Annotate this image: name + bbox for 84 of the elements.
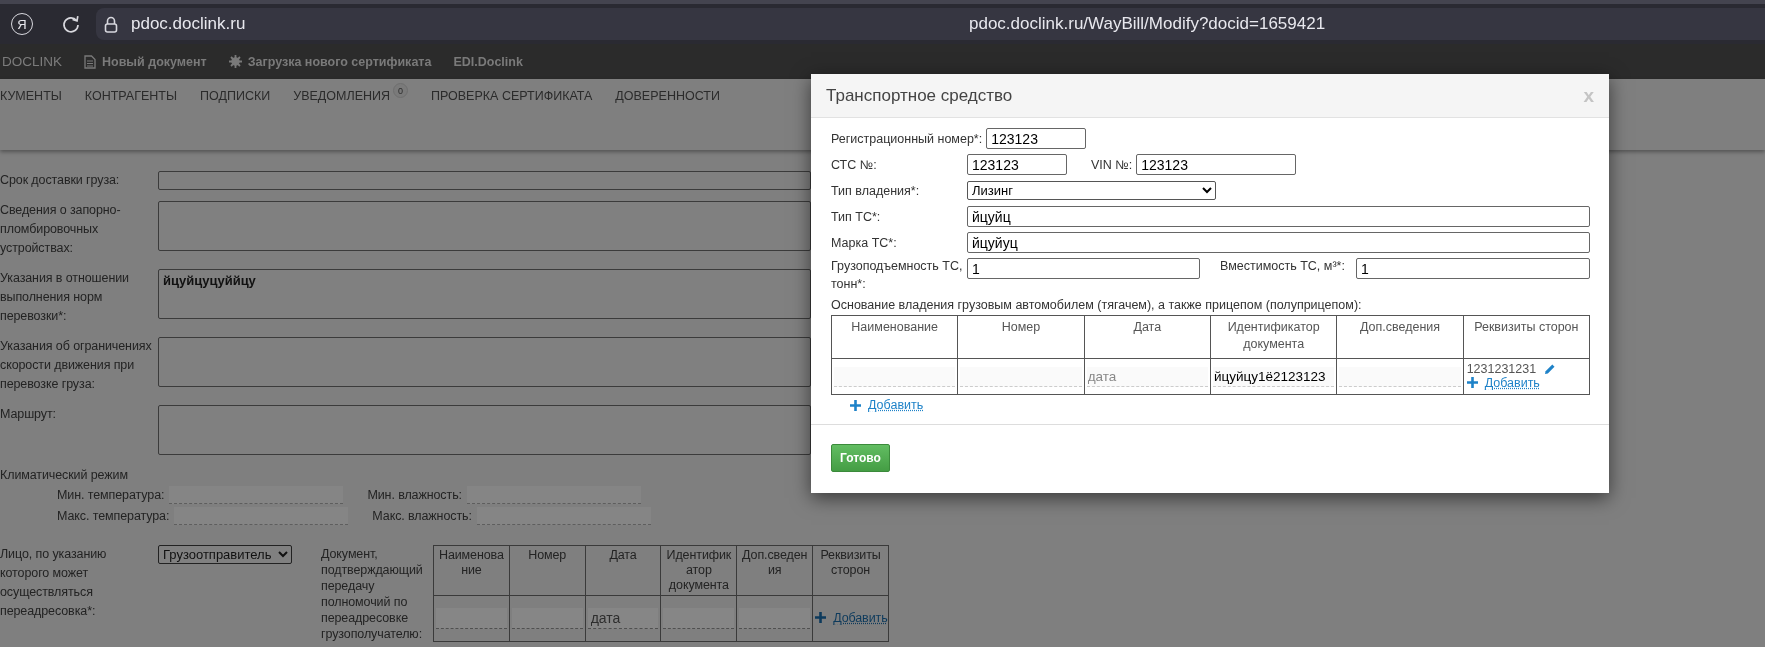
- menu-link[interactable]: УВЕДОМЛЕНИЯ: [293, 89, 390, 104]
- nav-link[interactable]: Новый документ: [84, 54, 207, 69]
- column-header: Наименование: [433, 545, 510, 596]
- column-header: Наименование: [831, 315, 958, 359]
- brand-logo[interactable]: DOCLINK: [2, 54, 62, 69]
- table-field[interactable]: [739, 608, 811, 629]
- menu-link[interactable]: КУМЕНТЫ: [0, 89, 62, 104]
- text-field[interactable]: 1: [967, 258, 1200, 279]
- count-badge: 0: [393, 83, 408, 98]
- column-header: Доп.сведения: [1336, 315, 1464, 359]
- gear-icon: [228, 55, 242, 68]
- column-header: Доп.сведения: [736, 545, 813, 596]
- table-field[interactable]: йцуйцу1ё2123123: [1213, 366, 1335, 387]
- table-field[interactable]: [436, 608, 507, 629]
- page-url: pdoc.doclink.ru/WayBill/Modify?docid=1659421: [969, 14, 1327, 34]
- reload-icon[interactable]: [61, 14, 81, 34]
- text-field[interactable]: [466, 485, 641, 504]
- menu-link[interactable]: ПОДПИСКИ: [200, 89, 271, 104]
- text-area[interactable]: йцуйцуцуййцу: [158, 269, 811, 319]
- nav-link[interactable]: EDI.Doclink: [453, 54, 523, 69]
- field-label: Сведения о запорно-пломбировочных устройствах:: [0, 202, 122, 257]
- dropdown[interactable]: Лизинг: [967, 181, 1216, 200]
- nav-link[interactable]: Загрузка нового сертификата: [228, 54, 432, 69]
- field-label: Маршрут:: [0, 406, 57, 423]
- field-label: Марка ТС*:: [831, 235, 898, 250]
- menu-link[interactable]: ПРОВЕРКА СЕРТИФИКАТА: [431, 89, 593, 104]
- field-label: Регистрационный номер*:: [831, 131, 983, 146]
- column-header: Дата: [1084, 315, 1211, 359]
- plus-icon: [815, 612, 827, 624]
- party-details: 1231231231: [1466, 361, 1537, 376]
- plus-icon: [1466, 377, 1478, 389]
- field-label: Мин. температура:: [57, 487, 165, 502]
- plus-icon: [850, 399, 861, 411]
- column-header: Реквизиты сторон: [1463, 315, 1590, 359]
- field-label: Срок доставки груза:: [0, 172, 121, 189]
- menu-link[interactable]: КОНТРАГЕНТЫ: [84, 89, 178, 104]
- field-label: VIN №:: [1091, 157, 1133, 172]
- field-label: Мин. влажность:: [367, 487, 462, 502]
- field-label: Макс. температура:: [57, 508, 170, 523]
- column-header: Номер: [509, 545, 586, 596]
- text-field[interactable]: 1: [1356, 258, 1590, 279]
- text-field[interactable]: йцуйуц: [967, 232, 1590, 253]
- text-field[interactable]: [476, 506, 651, 525]
- field-label: Тип ТС*:: [831, 209, 882, 224]
- text-field[interactable]: [158, 171, 811, 190]
- menu-link[interactable]: ДОВЕРЕННОСТИ: [615, 89, 720, 104]
- dropdown[interactable]: Грузоотправитель: [158, 545, 292, 564]
- add-link[interactable]: Добавить: [1466, 375, 1540, 390]
- table-field[interactable]: [663, 608, 735, 629]
- column-header: Реквизиты сторон: [812, 545, 889, 596]
- text-field[interactable]: 123123: [1136, 154, 1297, 175]
- field-label: Вместимость ТС, м³*:: [1220, 258, 1346, 275]
- text-field[interactable]: [169, 485, 344, 504]
- field-label: Указания в отношении выполнения норм перевозки*:: [0, 270, 130, 325]
- pencil-icon[interactable]: [1544, 362, 1557, 375]
- field-label: СТС №:: [831, 157, 878, 172]
- text-area[interactable]: [158, 337, 811, 387]
- field-label: Макс. влажность:: [372, 508, 472, 523]
- table-field[interactable]: [511, 608, 583, 629]
- text-field[interactable]: 123123: [986, 128, 1087, 149]
- column-header: Дата: [585, 545, 661, 596]
- site-name: pdoc.doclink.ru: [131, 14, 247, 34]
- column-header: Идентификатор документа: [661, 545, 737, 596]
- document-icon: [84, 54, 96, 69]
- text-area[interactable]: [158, 201, 811, 251]
- section-title: Климатический режим: [0, 467, 129, 484]
- column-header: Номер: [957, 315, 1085, 359]
- field-label: Документ, подтверждающий передачу полномочий по переадресовке грузополучателю:: [321, 546, 424, 642]
- field-label: Тип владения*:: [831, 183, 921, 198]
- done-button[interactable]: Готово: [831, 444, 890, 472]
- address-bar[interactable]: pdoc.doclink.ru pdoc.doclink.ru/WayBill/Modify?docid=1659421: [96, 8, 1765, 40]
- text-field[interactable]: [174, 506, 349, 525]
- field-label: Лицо, по указанию которого может осуществляться переадресовка*:: [0, 546, 108, 620]
- table-field[interactable]: дата: [587, 608, 659, 629]
- text-field[interactable]: йцуйц: [967, 206, 1590, 227]
- modal-title: Транспортное средство: [826, 85, 1013, 106]
- column-header: Идентификатор документа: [1210, 315, 1337, 359]
- add-link[interactable]: Добавить: [850, 398, 924, 412]
- field-label: Указания об ограничениях скорости движения при перевозке груза:: [0, 338, 153, 393]
- text-field[interactable]: 123123: [967, 154, 1067, 175]
- table-caption: Основание владения грузовым автомобилем (тягачем), а также прицепом (полуприцепом):: [831, 298, 1363, 313]
- lock-icon: [104, 15, 118, 33]
- text-area[interactable]: [158, 405, 811, 455]
- field-label: Грузоподъемность ТС, тонн*:: [831, 258, 964, 293]
